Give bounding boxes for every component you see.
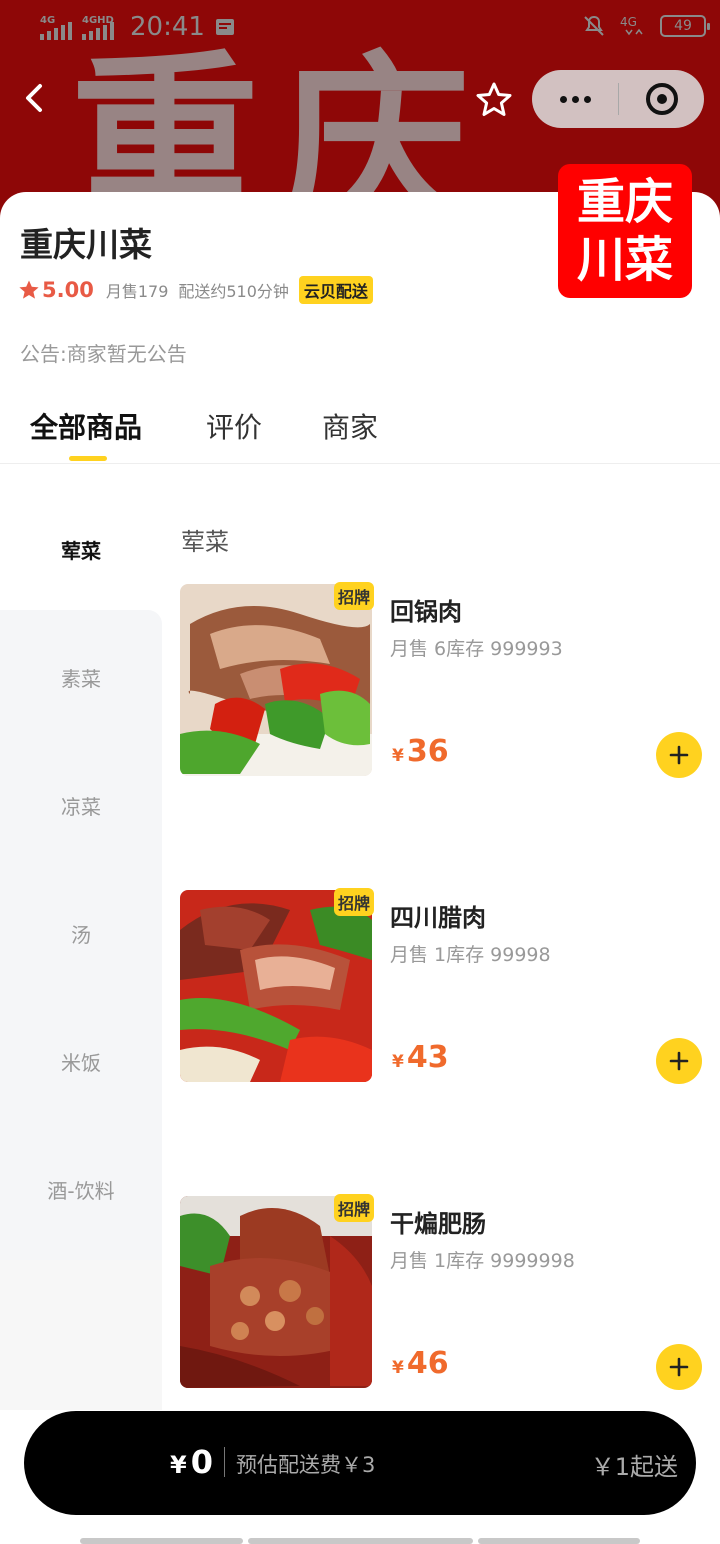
category-vegetable[interactable]: 素菜 (0, 663, 162, 692)
category-drinks[interactable]: 酒-饮料 (0, 1175, 162, 1204)
product-name[interactable]: 回锅肉 (390, 592, 462, 627)
active-tab-indicator (69, 456, 107, 461)
store-logo-line2: 川菜 (576, 232, 673, 288)
plus-icon (669, 1051, 689, 1071)
target-icon (645, 83, 678, 115)
add-to-cart-button[interactable] (656, 1344, 702, 1390)
category-meat[interactable]: 荤菜 (0, 535, 162, 564)
category-soup[interactable]: 汤 (0, 919, 162, 948)
more-menu-button[interactable] (532, 70, 618, 128)
product-card[interactable]: 招牌 回锅肉 月售 6库存 999993 ¥ 36 (180, 582, 710, 779)
store-logo: 重庆 川菜 (558, 164, 692, 298)
product-price: ¥ 43 (392, 1040, 449, 1075)
category-sidebar: 荤菜 素菜 凉菜 汤 米饭 酒-饮料 (0, 480, 162, 1410)
rating-value: 5.00 (42, 278, 94, 302)
price-currency: ¥ (392, 746, 404, 766)
nav-indicator (80, 1538, 243, 1544)
battery-icon: 49 (660, 15, 710, 37)
status-bar: 4G 4GHD 20:41 4G 49 (0, 0, 720, 58)
plus-icon (669, 1357, 689, 1377)
rating-star-icon (19, 280, 39, 299)
dot-icon (571, 95, 579, 103)
dot-icon (583, 95, 591, 103)
signature-badge: 招牌 (334, 888, 375, 916)
category-rice[interactable]: 米饭 (0, 1047, 162, 1076)
product-price: ¥ 36 (392, 734, 449, 769)
tab-merchant[interactable]: 商家 (322, 406, 378, 446)
product-sales-stock: 月售 6库存 999993 (390, 638, 563, 660)
cart-total-value: 0 (190, 1443, 213, 1481)
add-to-cart-button[interactable] (656, 1038, 702, 1084)
monthly-sales: 月售179 (105, 282, 169, 301)
nav-indicator (248, 1538, 473, 1544)
signal-icon: 4G (40, 15, 72, 40)
cart-bar[interactable]: ¥ 0 预估配送费￥3 ￥1起送 (24, 1411, 696, 1515)
mini-program-capsule (532, 70, 704, 128)
signal-icon-2: 4GHD (82, 15, 114, 40)
plus-icon (669, 745, 689, 765)
product-card[interactable]: 招牌 四川腊肉 月售 1库存 99998 ¥ 43 (180, 888, 710, 1085)
delivery-fee: 预估配送费￥3 (236, 1453, 376, 1477)
close-mini-program-button[interactable] (619, 70, 704, 128)
nav-indicator (478, 1538, 640, 1544)
product-name[interactable]: 四川腊肉 (390, 898, 486, 933)
product-sales-stock: 月售 1库存 9999998 (390, 1250, 575, 1272)
store-logo-line1: 重庆 (576, 174, 673, 230)
tab-all-products[interactable]: 全部商品 (30, 406, 142, 446)
svg-text:4G: 4G (620, 15, 637, 29)
category-tail-bg (0, 1260, 162, 1410)
network-4g-icon: 4G (620, 15, 643, 36)
status-time: 20:41 (130, 12, 205, 42)
store-notice: 公告:商家暂无公告 (20, 342, 187, 366)
favorite-star-icon[interactable] (474, 80, 514, 120)
delivery-tag: 云贝配送 (298, 276, 373, 304)
category-cold-dish[interactable]: 凉菜 (0, 791, 162, 820)
price-value: 36 (406, 734, 449, 769)
add-to-cart-button[interactable] (656, 732, 702, 778)
cart-divider (224, 1447, 225, 1477)
store-name: 重庆川菜 (20, 225, 152, 264)
svg-text:4GHD: 4GHD (82, 15, 114, 26)
back-arrow-icon[interactable] (18, 80, 54, 116)
status-left: 4G 4GHD 20:41 (40, 12, 237, 42)
price-currency: ¥ (392, 1358, 404, 1378)
price-value: 46 (406, 1346, 449, 1381)
product-image-huiguorou[interactable] (180, 584, 372, 776)
product-image-feichang[interactable] (180, 1196, 372, 1388)
dot-icon (559, 95, 567, 103)
network1-label: 4G (40, 15, 55, 26)
delivery-time: 配送约510分钟 (178, 282, 289, 301)
price-currency: ¥ (392, 1052, 404, 1072)
tab-reviews[interactable]: 评价 (206, 406, 262, 446)
cart-currency: ¥ (170, 1451, 187, 1479)
price-value: 43 (406, 1040, 449, 1075)
signature-badge: 招牌 (334, 1194, 375, 1222)
product-sales-stock: 月售 1库存 99998 (390, 944, 551, 966)
store-stats: 5.00 月售179 配送约510分钟 云贝配送 (18, 276, 373, 304)
product-image-larou[interactable] (180, 890, 372, 1082)
notification-icon (215, 19, 234, 35)
product-name[interactable]: 干煸肥肠 (390, 1204, 486, 1239)
product-card[interactable]: 招牌 干煸肥肠 月售 1库存 9999998 ¥ 46 (180, 1194, 710, 1391)
cart-total: ¥ 0 (170, 1443, 213, 1481)
store-tabs: 全部商品 评价 商家 (0, 400, 720, 464)
signature-badge: 招牌 (334, 582, 375, 610)
mute-icon (584, 15, 604, 36)
section-title: 荤菜 (181, 528, 229, 556)
minimum-order-button[interactable]: ￥1起送 (591, 1447, 678, 1482)
product-price: ¥ 46 (392, 1346, 449, 1381)
status-right: 4G 49 (582, 14, 710, 38)
